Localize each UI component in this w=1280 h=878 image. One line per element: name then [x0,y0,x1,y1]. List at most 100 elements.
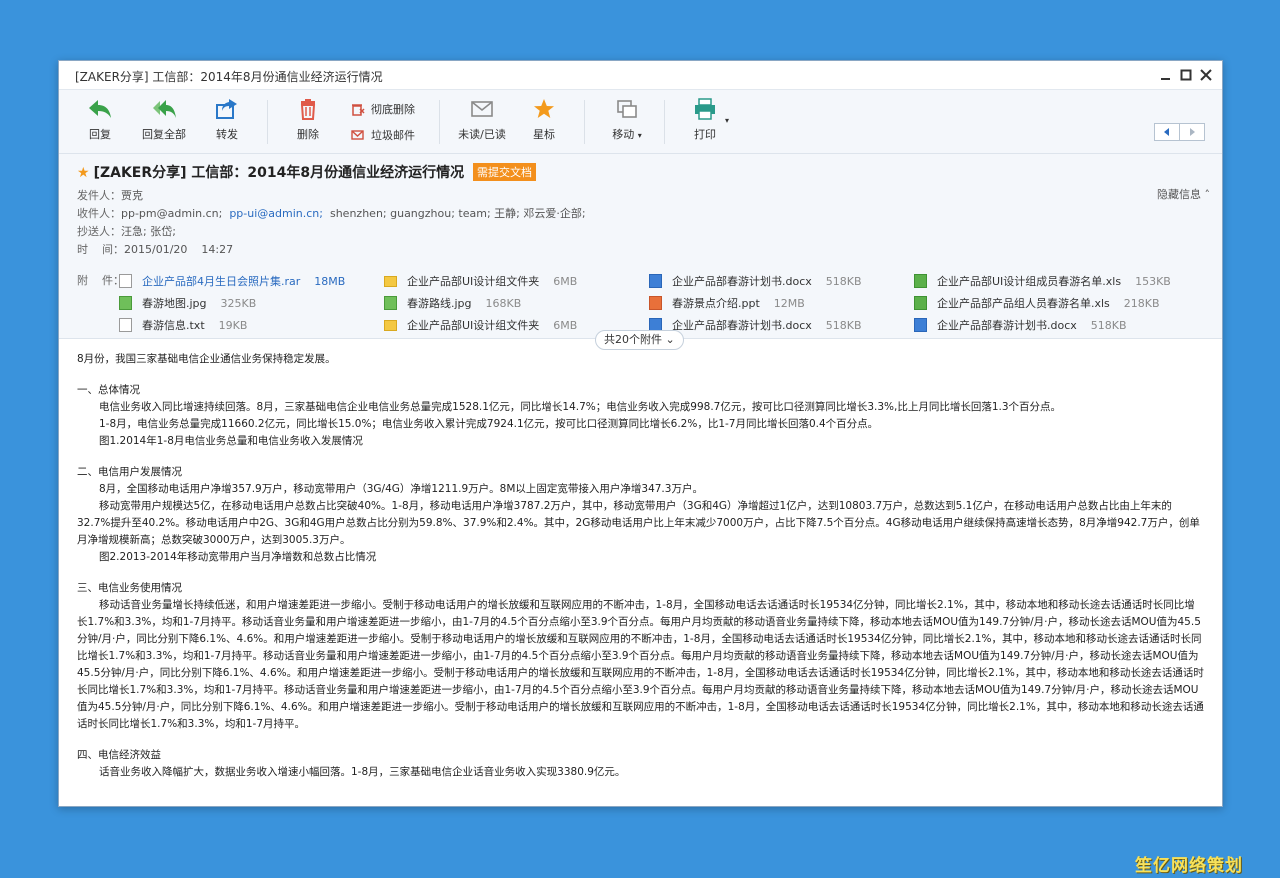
permanent-delete-icon [352,104,365,116]
time-row: 时 间：2015/01/20 14:27 [77,243,234,256]
archive-icon [119,274,132,288]
attachment-size: 6MB [553,318,578,332]
reply-label: 回复 [89,128,111,141]
chevron-up-icon: ˄ [1204,188,1211,201]
hide-info-toggle[interactable]: 隐藏信息 ˄ [1157,186,1210,202]
reply-all-icon [153,100,176,118]
watermark: 笙亿网络策划 [1135,856,1243,876]
attachment-name: 春游景点介绍.ppt [672,297,760,310]
attachment-name: 企业产品部UI设计组文件夹 [407,275,540,288]
starred-icon[interactable]: ★ [77,165,90,181]
toolbar: 回复 回复全部 转发 删除 彻底删除 垃圾邮件 未读/已读 星标 移动 ▾ 打印… [59,90,1222,154]
maximize-icon[interactable] [1178,67,1194,83]
window-title: [ZAKER分享] 工信部：2014年8月份通信业经济运行情况 [75,70,383,84]
delete-button[interactable]: 删除 [293,98,323,142]
attachment-name: 企业产品部春游计划书.docx [672,275,812,288]
show-all-attachments-button[interactable]: 共20个附件 ⌄ [595,330,684,350]
attachment-item[interactable]: 春游地图.jpg 325KB [119,295,256,311]
excel-icon [914,274,927,288]
unread-read-label: 未读/已读 [458,128,506,141]
attachment-name: 企业产品部产品组人员春游名单.xls [937,297,1110,310]
prev-mail-button[interactable] [1154,123,1180,141]
image-icon [384,296,397,310]
from-row: 发件人：贾克 [77,189,143,202]
junk-button[interactable]: 垃圾邮件 [351,126,415,144]
attachment-item[interactable]: 企业产品部产品组人员春游名单.xls 218KB [914,295,1160,311]
text-file-icon [119,318,132,332]
attachment-item[interactable]: 企业产品部春游计划书.docx 518KB [914,317,1127,333]
body-paragraph: 电信业务收入同比增速持续回落。8月，三家基础电信企业电信业务总量完成1528.1… [99,401,1062,413]
attachment-item[interactable]: 企业产品部UI设计组成员春游名单.xls 153KB [914,273,1171,289]
move-dropdown-icon: ▾ [637,131,642,140]
permanent-delete-button[interactable]: 彻底删除 [351,100,415,118]
section-heading: 三、电信业务使用情况 [77,582,182,594]
attachment-name: 企业产品部4月生日会照片集.rar [142,275,301,288]
attachment-size: 168KB [485,296,522,310]
star-label: 星标 [533,128,555,141]
move-icon [617,100,637,118]
attachment-size: 325KB [220,296,257,310]
attachment-name: 企业产品部春游计划书.docx [937,319,1077,332]
attachment-item[interactable]: 春游景点介绍.ppt 12MB [649,295,805,311]
section-heading: 一、总体情况 [77,384,140,396]
junk-mail-icon [351,130,364,140]
star-icon [534,99,554,118]
cc-row: 抄送人：汪急; 张岱; [77,225,176,238]
move-button[interactable]: 移动 ▾ [607,98,647,142]
image-icon [119,296,132,310]
permanent-delete-label: 彻底删除 [371,103,415,116]
chevron-right-icon [1190,128,1195,136]
forward-button[interactable]: 转发 [212,98,242,142]
reply-button[interactable]: 回复 [85,98,115,142]
unread-read-button[interactable]: 未读/已读 [457,98,507,142]
attachment-name: 春游信息.txt [142,319,205,332]
attachment-name: 春游路线.jpg [407,297,472,310]
excel-icon [914,296,927,310]
section-heading: 二、电信用户发展情况 [77,466,182,478]
print-button[interactable]: 打印 [689,98,721,142]
attachment-size: 18MB [314,274,346,288]
reply-all-button[interactable]: 回复全部 [139,98,189,142]
star-button[interactable]: 星标 [529,98,559,142]
attachment-item[interactable]: 企业产品部春游计划书.docx 518KB [649,273,862,289]
attachment-item[interactable]: 春游路线.jpg 168KB [384,295,521,311]
minimize-icon[interactable] [1158,67,1174,83]
attachment-size: 518KB [825,274,862,288]
attachment-size: 19KB [218,318,248,332]
mail-subject: ★ [ZAKER分享] 工信部：2014年8月份通信业经济运行情况 需提交文档 [77,162,536,182]
attachment-size: 518KB [825,318,862,332]
attachment-item[interactable]: 企业产品部UI设计组文件夹 6MB [384,317,577,333]
sender-name[interactable]: 贾克 [121,189,143,202]
attachment-name: 企业产品部UI设计组成员春游名单.xls [937,275,1122,288]
attachment-name: 春游地图.jpg [142,297,207,310]
attachment-item[interactable]: 企业产品部4月生日会照片集.rar 18MB [119,273,345,289]
attachment-size: 518KB [1090,318,1127,332]
chevron-left-icon [1164,128,1169,136]
move-label: 移动 ▾ [612,128,642,141]
attachment-item[interactable]: 春游信息.txt 19KB [119,317,247,333]
mail-header: ★ [ZAKER分享] 工信部：2014年8月份通信业经济运行情况 需提交文档 隐… [59,154,1222,339]
attachment-item[interactable]: 企业产品部UI设计组文件夹 6MB [384,273,577,289]
section-heading: 四、电信经济效益 [77,749,161,761]
forward-label: 转发 [216,128,238,141]
forward-icon [216,99,237,119]
attachment-item[interactable]: 企业产品部春游计划书.docx 518KB [649,317,862,333]
printer-icon [695,98,715,120]
attachment-size: 218KB [1123,296,1160,310]
attachment-size: 153KB [1135,274,1171,288]
figure-caption: 图1.2014年1-8月电信业务总量和电信业务收入发展情况 [99,435,363,447]
mail-body: 8月份，我国三家基础电信企业通信业务保持稳定发展。 一、总体情况 电信业务收入同… [59,347,1222,806]
reply-all-label: 回复全部 [142,128,186,141]
toolbar-divider [584,100,585,144]
word-doc-icon [649,274,662,288]
word-doc-icon [914,318,927,332]
junk-label: 垃圾邮件 [371,129,415,142]
next-mail-button[interactable] [1179,123,1205,141]
recipient-link[interactable]: pp-ui@admin.cn; [229,207,323,220]
attachment-name: 企业产品部UI设计组文件夹 [407,319,540,332]
print-dropdown-icon[interactable]: ▾ [725,116,729,125]
attachment-size: 12MB [773,296,805,310]
body-paragraph: 移动宽带用户规模达5亿，在移动电话用户总数占比突破40%。1-8月，移动电话用户… [77,500,1200,546]
close-icon[interactable] [1198,67,1214,83]
body-paragraph: 移动话音业务量增长持续低迷，和用户增速差距进一步缩小。受制于移动电话用户的增长放… [77,599,1204,730]
